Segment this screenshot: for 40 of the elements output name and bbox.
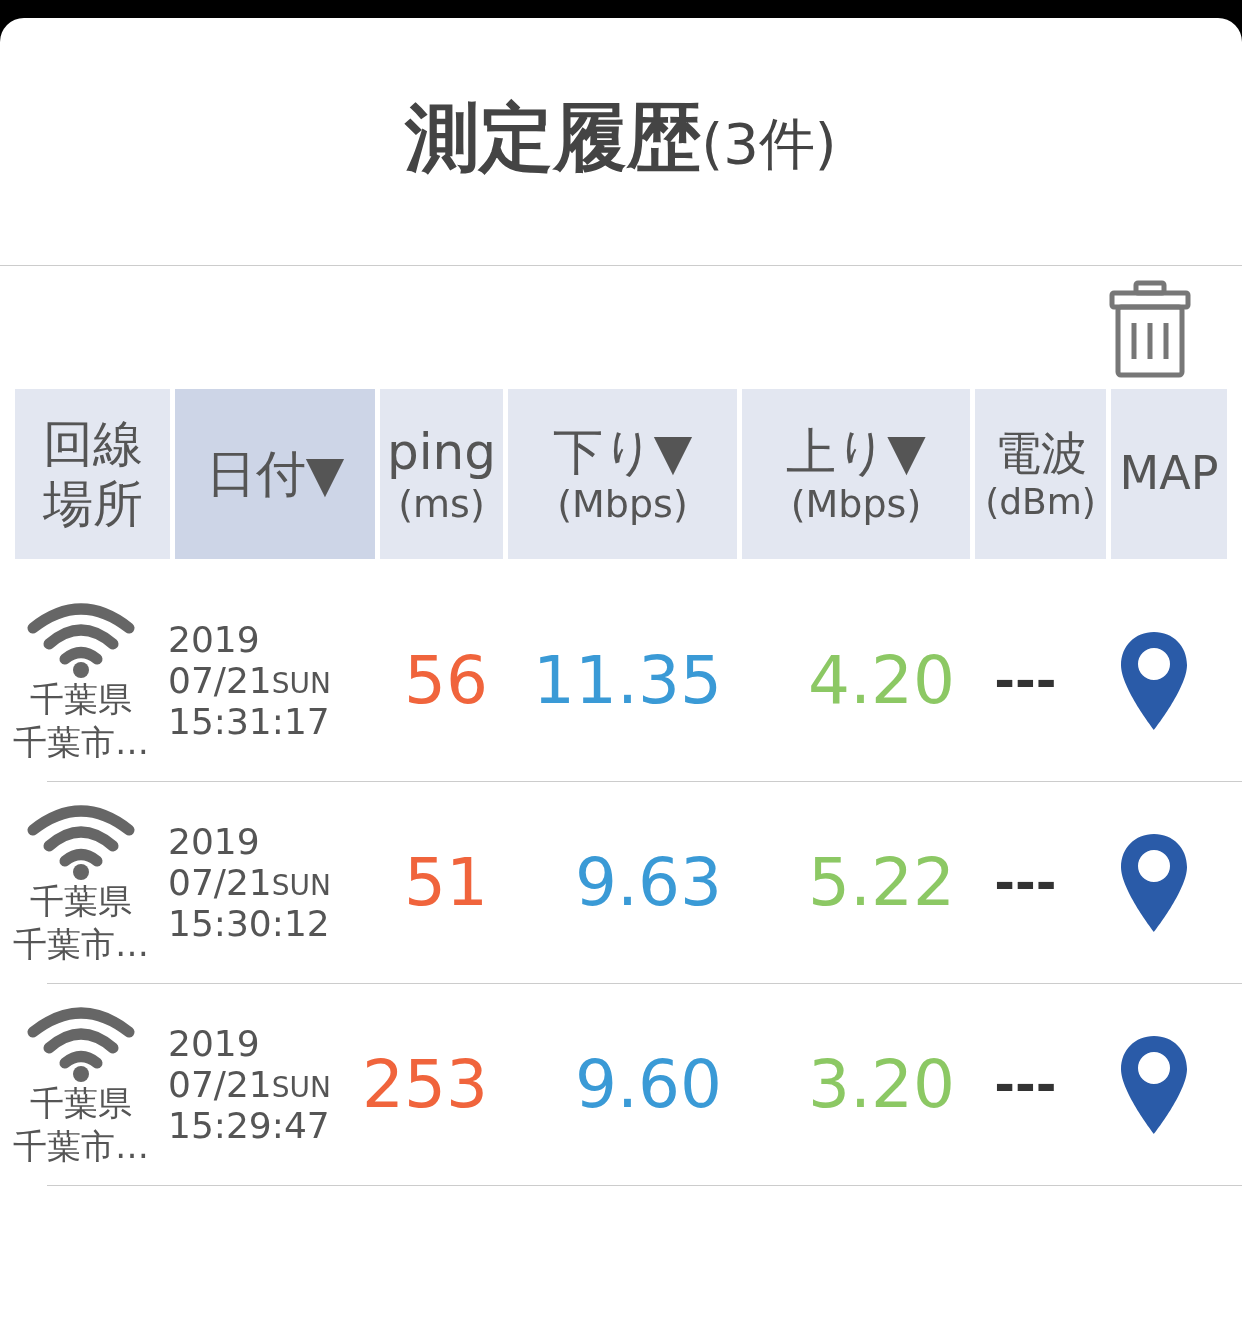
- page-title: 測定履歴(3件): [405, 92, 837, 182]
- location-text: 千葉県: [30, 880, 132, 923]
- signal-value: ---: [994, 651, 1057, 710]
- location-text: 千葉市…: [13, 1124, 149, 1167]
- upload-value: 5.22: [808, 844, 955, 921]
- time-text: 15:30:12: [168, 903, 330, 944]
- column-header[interactable]: 日付▼: [175, 389, 375, 559]
- download-value: 11.35: [533, 642, 722, 719]
- signal-value: ---: [994, 1055, 1057, 1114]
- column-header[interactable]: 回線場所: [15, 389, 170, 559]
- year-text: 2019: [168, 619, 260, 660]
- location-text: 千葉市…: [13, 720, 149, 763]
- delete-button[interactable]: [1108, 279, 1192, 379]
- date-text: 07/21SUN: [168, 1064, 331, 1105]
- column-header[interactable]: MAP: [1111, 389, 1227, 559]
- ping-value: 56: [404, 642, 488, 719]
- location-text: 千葉市…: [13, 922, 149, 965]
- map-pin-icon[interactable]: [1119, 831, 1189, 934]
- signal-value: ---: [994, 853, 1057, 912]
- column-header[interactable]: 電波 (dBm): [975, 389, 1106, 559]
- ping-value: 51: [404, 844, 488, 921]
- date-text: 07/21SUN: [168, 660, 331, 701]
- date-text: 07/21SUN: [168, 862, 331, 903]
- year-text: 2019: [168, 1023, 260, 1064]
- ping-value: 253: [362, 1046, 488, 1123]
- column-header[interactable]: 下り▼ (Mbps): [508, 389, 737, 559]
- upload-value: 4.20: [808, 642, 955, 719]
- year-text: 2019: [168, 821, 260, 862]
- trash-icon: [1108, 279, 1192, 379]
- download-value: 9.60: [575, 1046, 722, 1123]
- download-value: 9.63: [575, 844, 722, 921]
- location-text: 千葉県: [30, 1082, 132, 1125]
- upload-value: 3.20: [808, 1046, 955, 1123]
- time-text: 15:29:47: [168, 1105, 330, 1146]
- time-text: 15:31:17: [168, 701, 330, 742]
- map-pin-icon[interactable]: [1119, 1033, 1189, 1136]
- column-header[interactable]: 上り▼ (Mbps): [742, 389, 970, 559]
- map-pin-icon[interactable]: [1119, 629, 1189, 732]
- column-header[interactable]: ping (ms): [380, 389, 503, 559]
- location-text: 千葉県: [30, 678, 132, 721]
